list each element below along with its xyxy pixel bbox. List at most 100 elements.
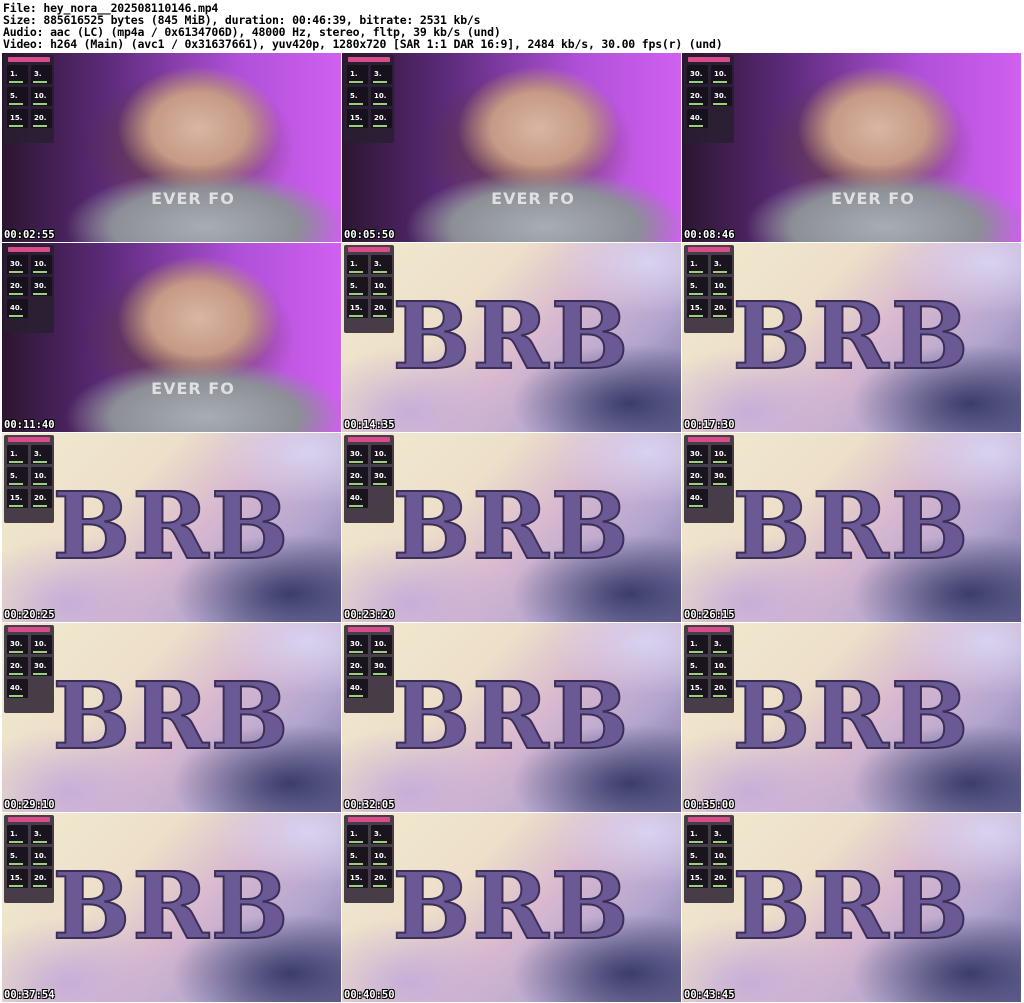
- overlay-level-cell: 15.: [687, 869, 708, 888]
- overlay-level-cell: 10.: [31, 255, 52, 274]
- thumbnail-frame[interactable]: BRB 30. 10. 20. 30. 40. 00:26:15: [682, 433, 1021, 622]
- overlay-level-value: 5.: [690, 662, 698, 670]
- overlay-level-value: 5.: [350, 852, 358, 860]
- overlay-indicator: [349, 841, 363, 843]
- tip-menu-overlay: 30. 10. 20. 30. 40.: [344, 435, 394, 523]
- overlay-level-value: 20.: [374, 304, 387, 312]
- overlay-level-value: 30.: [690, 450, 703, 458]
- thumbnail-frame[interactable]: BRB 1. 3. 5. 10. 15. 20. 00:17:30: [682, 243, 1021, 432]
- overlay-brand-bar: [8, 247, 50, 252]
- overlay-level-value: 1.: [350, 830, 358, 838]
- overlay-level-cell: 10.: [711, 847, 732, 866]
- overlay-level-cell: 10.: [371, 847, 392, 866]
- overlay-level-cell: 20.: [31, 869, 52, 888]
- shirt-print: EVER FO: [151, 189, 235, 209]
- overlay-level-cell: 10.: [711, 277, 732, 296]
- thumbnail-frame[interactable]: BRB 1. 3. 5. 10. 15. 20. 00:14:35: [342, 243, 681, 432]
- overlay-level-value: 15.: [690, 684, 703, 692]
- thumbnail-frame[interactable]: EVER FO 30. 10. 20. 30. 40. 00:11:40: [2, 243, 341, 432]
- overlay-brand-bar: [8, 817, 50, 822]
- overlay-indicator: [33, 505, 47, 507]
- overlay-level-cell: 40.: [347, 489, 368, 508]
- overlay-level-cell: 15.: [7, 869, 28, 888]
- overlay-level-cell: 30.: [711, 87, 732, 106]
- tip-menu-overlay: 1. 3. 5. 10. 15. 20.: [4, 815, 54, 903]
- overlay-level-cell: 20.: [711, 679, 732, 698]
- overlay-level-cell: 30.: [371, 657, 392, 676]
- timestamp-label: 00:11:40: [4, 419, 55, 431]
- timestamp-label: 00:26:15: [684, 609, 735, 621]
- overlay-indicator: [349, 673, 363, 675]
- overlay-level-value: 1.: [350, 260, 358, 268]
- thumbnail-frame[interactable]: BRB 1. 3. 5. 10. 15. 20. 00:43:45: [682, 813, 1021, 1002]
- overlay-level-cell: 5.: [347, 87, 368, 106]
- overlay-indicator: [713, 483, 727, 485]
- tip-menu-overlay: 1. 3. 5. 10. 15. 20.: [4, 55, 54, 143]
- tip-menu-overlay: 1. 3. 5. 10. 15. 20.: [344, 55, 394, 143]
- thumbnail-frame[interactable]: BRB 30. 10. 20. 30. 40. 00:23:20: [342, 433, 681, 622]
- overlay-level-cell: 20.: [371, 869, 392, 888]
- overlay-brand-bar: [688, 57, 730, 62]
- overlay-level-cell: 1.: [347, 255, 368, 274]
- overlay-indicator: [9, 673, 23, 675]
- overlay-indicator: [349, 103, 363, 105]
- overlay-indicator: [373, 103, 387, 105]
- overlay-brand-bar: [688, 817, 730, 822]
- overlay-level-value: 20.: [350, 472, 363, 480]
- overlay-indicator: [9, 81, 23, 83]
- overlay-indicator: [373, 461, 387, 463]
- overlay-level-value: 15.: [10, 874, 23, 882]
- overlay-level-cell: 10.: [371, 635, 392, 654]
- thumbnail-frame[interactable]: BRB 1. 3. 5. 10. 15. 20. 00:35:00: [682, 623, 1021, 812]
- overlay-indicator: [9, 293, 23, 295]
- timestamp-label: 00:35:00: [684, 799, 735, 811]
- overlay-indicator: [9, 461, 23, 463]
- overlay-indicator: [349, 505, 363, 507]
- overlay-level-value: 30.: [714, 472, 727, 480]
- overlay-level-value: 5.: [350, 282, 358, 290]
- timestamp-label: 00:43:45: [684, 989, 735, 1001]
- overlay-level-value: 20.: [714, 874, 727, 882]
- overlay-level-value: 30.: [714, 92, 727, 100]
- overlay-level-cell: 5.: [687, 847, 708, 866]
- tip-menu-overlay: 1. 3. 5. 10. 15. 20.: [684, 625, 734, 713]
- metadata-header: File: hey_nora__202508110146.mp4 Size: 8…: [0, 0, 1024, 52]
- overlay-brand-bar: [688, 627, 730, 632]
- overlay-level-cell: 20.: [31, 489, 52, 508]
- overlay-level-value: 3.: [374, 830, 382, 838]
- overlay-level-cell: 30.: [7, 635, 28, 654]
- thumbnail-frame[interactable]: BRB 30. 10. 20. 30. 40. 00:32:05: [342, 623, 681, 812]
- thumbnail-frame[interactable]: BRB 30. 10. 20. 30. 40. 00:29:10: [2, 623, 341, 812]
- thumbnail-frame[interactable]: EVER FO 1. 3. 5. 10. 15. 20. 00:02:55: [2, 53, 341, 242]
- overlay-indicator: [9, 315, 23, 317]
- overlay-level-cell: 20.: [711, 299, 732, 318]
- overlay-level-value: 10.: [374, 92, 387, 100]
- tip-menu-overlay: 30. 10. 20. 30. 40.: [684, 55, 734, 143]
- overlay-indicator: [373, 81, 387, 83]
- overlay-indicator: [373, 271, 387, 273]
- overlay-indicator: [713, 461, 727, 463]
- overlay-level-value: 20.: [350, 662, 363, 670]
- thumbnail-frame[interactable]: EVER FO 1. 3. 5. 10. 15. 20. 00:05:50: [342, 53, 681, 242]
- overlay-brand-bar: [348, 247, 390, 252]
- thumbnail-frame[interactable]: BRB 1. 3. 5. 10. 15. 20. 00:37:54: [2, 813, 341, 1002]
- overlay-indicator: [713, 695, 727, 697]
- overlay-level-cell: 10.: [711, 65, 732, 84]
- overlay-indicator: [349, 651, 363, 653]
- overlay-level-value: 1.: [690, 830, 698, 838]
- overlay-level-cell: 5.: [347, 847, 368, 866]
- overlay-brand-bar: [8, 627, 50, 632]
- overlay-level-cell: 5.: [687, 657, 708, 676]
- overlay-indicator: [349, 125, 363, 127]
- overlay-indicator: [9, 695, 23, 697]
- thumbnail-frame[interactable]: EVER FO 30. 10. 20. 30. 40. 00:08:46: [682, 53, 1021, 242]
- overlay-level-cell: 3.: [711, 635, 732, 654]
- thumbnail-frame[interactable]: BRB 1. 3. 5. 10. 15. 20. 00:20:25: [2, 433, 341, 622]
- overlay-indicator: [713, 673, 727, 675]
- overlay-indicator: [33, 293, 47, 295]
- overlay-brand-bar: [688, 437, 730, 442]
- overlay-indicator: [689, 841, 703, 843]
- overlay-brand-bar: [688, 247, 730, 252]
- thumbnail-frame[interactable]: BRB 1. 3. 5. 10. 15. 20. 00:40:50: [342, 813, 681, 1002]
- overlay-indicator: [349, 293, 363, 295]
